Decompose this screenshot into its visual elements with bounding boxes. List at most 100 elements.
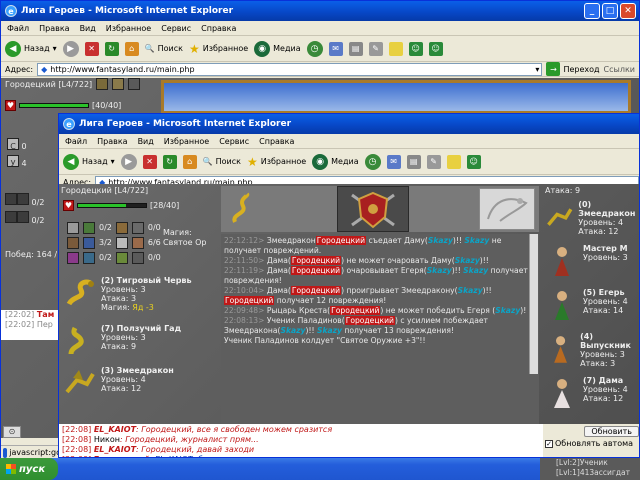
card-back-icon [479,188,535,230]
online-user[interactable]: [Lvl:2]Ученик [556,458,640,468]
close-button[interactable]: ✕ [620,3,636,19]
slot-icon [115,221,128,234]
buff-icon [96,78,109,90]
home-icon[interactable]: ⌂ [182,154,197,169]
heart-icon: ♥ [63,200,74,211]
back-button[interactable]: ◀ Назад ▾ [63,153,115,170]
slot-icon [83,251,95,264]
serpent-icon [68,326,84,355]
wizard-icon [555,247,569,276]
refresh-icon[interactable]: ↻ [104,41,119,56]
menu-file[interactable]: Файл [65,137,87,146]
start-button[interactable]: пуск [0,458,58,480]
note-icon[interactable] [388,41,403,56]
menu-view[interactable]: Вид [138,137,154,146]
chat-message[interactable]: [22:08] EL_KAIOT: Городецкий, давай захо… [62,445,540,455]
battle-log: 22:12:12> ЗмеедраконГородецкий съедает Д… [221,234,539,424]
media-button[interactable]: ◉ Медиа [312,153,359,170]
messenger-icon-2[interactable]: ☺ [428,41,443,56]
print-icon[interactable]: ▤ [406,154,421,169]
note-icon[interactable] [446,154,461,169]
minimize-button[interactable]: _ [584,3,600,19]
history-icon[interactable]: ◷ [364,153,381,170]
menu-file[interactable]: Файл [7,24,29,33]
online-user[interactable]: [Lvl:1]413ассигдат [556,468,640,478]
slot-icon [131,236,144,249]
print-icon[interactable]: ▤ [348,41,363,56]
forward-arrow-icon[interactable]: ▶ [120,153,137,170]
windows-logo-icon [6,464,16,474]
menu-view[interactable]: Вид [80,24,96,33]
enemy-unit-card[interactable]: Мастер М Уровень: 3 [541,244,628,282]
forward-arrow-icon[interactable]: ▶ [62,40,79,57]
magic-label: Магия: [163,228,192,237]
menu-favorites[interactable]: Избранное [164,137,209,146]
maximize-button[interactable]: □ [602,3,618,19]
enemy-unit-card[interactable]: (7) Дама Уровень: 4 Атака: 12 [541,376,628,414]
dropdown-icon[interactable]: ▾ [535,65,541,74]
menu-favorites[interactable]: Избранное [106,24,151,33]
star-icon: ★ [188,41,200,56]
menu-edit[interactable]: Правка [97,137,127,146]
slot-icon [115,236,128,249]
messenger-icon[interactable]: ☺ [408,41,423,56]
front-hp-text: [28/40] [150,201,180,210]
chat-message[interactable]: [22:08] Никон: Городецкий, журналист пря… [62,435,540,445]
favorites-button[interactable]: ★ Избранное [189,42,248,56]
menu-tools[interactable]: Сервис [161,24,191,33]
shield-emblem [337,186,409,232]
battle-log-line: 22:10:04> Дама(Городецкий) проигрывает З… [224,286,492,305]
enemy-unit-card[interactable]: (5) Егерь Уровень: 4 Атака: 14 [541,288,628,326]
lady-icon [554,379,570,408]
battle-log-line: 22:09:48> Рыцарь Креста(Городецкий) не м… [224,306,527,315]
front-title-bar[interactable]: e Лига Героев - Microsoft Internet Explo… [59,114,639,134]
go-arrow-icon: → [546,62,561,76]
back-log: [22:02] Там [22:02] Пер [1,310,61,340]
auto-refresh-checkbox[interactable]: ✓ [545,439,553,448]
stop-icon[interactable]: ✕ [84,41,99,56]
refresh-icon[interactable]: ↻ [162,154,177,169]
battle-log-line: 22:11:50> Дама(Городецкий) не может очар… [224,256,489,265]
stop-icon[interactable]: ✕ [142,154,157,169]
enemy-unit-card[interactable]: (4) Выпускник Уровень: 3 Атака: 3 [541,332,639,370]
home-icon[interactable]: ⌂ [124,41,139,56]
media-button[interactable]: ◉ Медиа [254,40,301,57]
chat-message[interactable]: [22:08] EL_KAIOT: Городецкий, все я своб… [62,425,540,435]
search-button[interactable]: 🔍 Поиск [145,44,183,53]
go-button[interactable]: → Переход [546,62,600,76]
menu-help[interactable]: Справка [259,137,294,146]
front-toolbar: ◀ Назад ▾ ▶ ✕ ↻ ⌂ 🔍 Поиск ★ Избранное ◉ Меди… [59,149,639,175]
messenger-icon[interactable]: ☺ [466,154,481,169]
links-label[interactable]: Ссылки [604,65,639,74]
back-address-input[interactable]: ◆ http://www.fantasyland.ru/main.php ▾ [37,62,543,76]
search-button[interactable]: 🔍 Поиск [203,157,241,166]
menu-help[interactable]: Справка [201,24,236,33]
battle-log-line: 22:08:13> Ученик Паладинов(Городецкий) с… [224,316,488,335]
monster-card[interactable]: (3) Змеедракон Уровень: 4 Атака: 12 [59,366,217,404]
back-toolbar: ◀ Назад ▾ ▶ ✕ ↻ ⌂ 🔍 Поиск ★ Избранное ◉ Меди… [1,36,639,62]
chat-panel: [22:08] EL_KAIOT: Городецкий, все я своб… [59,424,543,457]
front-window-title: Лига Героев - Microsoft Internet Explore… [79,119,292,129]
menu-edit[interactable]: Правка [39,24,69,33]
back-title-bar[interactable]: e Лига Героев - Microsoft Internet Explo… [1,1,639,21]
back-refresh-icon[interactable]: ⊙ [3,426,21,438]
monster-card[interactable]: (2) Тигровый Червь Уровень: 3 Атака: 3 М… [59,276,217,324]
monster-card[interactable]: (7) Ползучий Гад Уровень: 3 Атака: 9 [59,324,217,366]
back-button[interactable]: ◀ Назад ▾ [5,40,57,57]
mail-icon[interactable]: ✉ [386,154,401,169]
page-icon [3,447,8,458]
refresh-button[interactable]: Обновить [584,426,639,437]
mail-icon[interactable]: ✉ [328,41,343,56]
history-icon[interactable]: ◷ [306,40,323,57]
back-menu-bar: Файл Правка Вид Избранное Сервис Справка [1,21,639,36]
menu-tools[interactable]: Сервис [219,137,249,146]
battle-log-scrollbar[interactable] [529,234,538,374]
edit-icon[interactable]: ✎ [426,154,441,169]
star-icon: ★ [246,154,258,169]
unit-attack-text: Атака: 9 [545,186,581,195]
favorites-button[interactable]: ★ Избранное [247,155,306,169]
edit-icon[interactable]: ✎ [368,41,383,56]
auto-refresh-label: Обновлять автома [555,439,634,448]
battle-log-line: Ученик Паладинов колдует "Святое Оружие … [224,336,426,345]
enemy-unit-card[interactable]: (0) Змеедракон Уровень: 4 Атака: 12 [541,200,639,238]
